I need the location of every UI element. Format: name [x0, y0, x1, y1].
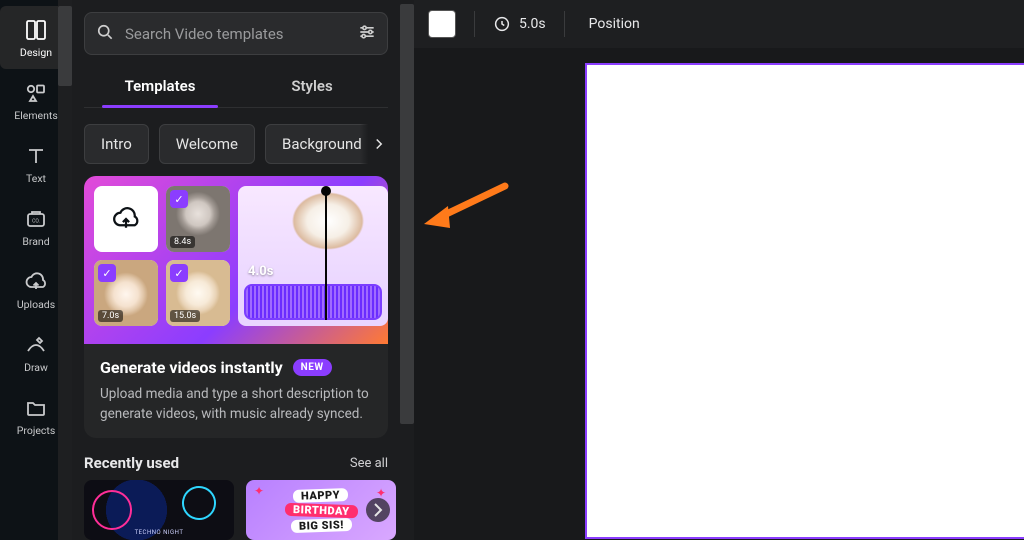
chip-welcome[interactable]: Welcome	[159, 124, 255, 164]
text-icon	[24, 144, 48, 168]
chips-scroll-right[interactable]	[360, 124, 388, 164]
duration-badge: 15.0s	[170, 310, 200, 322]
hb-line: HAPPY	[293, 488, 348, 503]
draw-icon	[24, 333, 48, 357]
promo-collage: ✓ 8.4s 4.0s ✓ 7.0s ✓ 15.0s	[84, 176, 388, 344]
rail-label: Uploads	[17, 298, 55, 311]
duration-text: 5.0s	[519, 16, 546, 32]
search-icon	[95, 22, 115, 46]
side-panel: Templates Styles Intro Welcome Backgroun…	[72, 0, 414, 540]
rail-label: Elements	[14, 109, 58, 122]
clock-icon	[493, 15, 511, 33]
brand-icon: CO.	[24, 207, 48, 231]
main-thumb-duration: 4.0s	[248, 264, 273, 279]
canvas-toolbar: 5.0s Position	[414, 0, 1024, 48]
rail-label: Brand	[22, 235, 49, 248]
duration-badge: 7.0s	[98, 310, 123, 322]
promo-thumb: ✓ 15.0s	[166, 260, 230, 326]
chevron-right-icon	[366, 498, 390, 522]
hb-line: BIG SIS!	[290, 517, 351, 532]
recent-caption: TECHNO NIGHT	[84, 529, 234, 536]
promo-description: Upload media and type a short descriptio…	[100, 385, 372, 424]
see-all-link[interactable]: See all	[350, 456, 388, 471]
panel-tabs: Templates Styles	[84, 67, 388, 108]
svg-text:CO.: CO.	[32, 219, 40, 225]
chevron-right-icon	[370, 135, 388, 153]
cloud-upload-icon	[111, 204, 141, 234]
generate-videos-promo[interactable]: ✓ 8.4s 4.0s ✓ 7.0s ✓ 15.0s	[84, 176, 388, 438]
recent-header: Recently used See all	[84, 454, 388, 472]
duration-badge: 8.4s	[170, 236, 195, 248]
elements-icon	[24, 81, 48, 105]
promo-title: Generate videos instantly	[100, 358, 283, 377]
playhead-indicator	[325, 192, 327, 320]
rail-scrollbar[interactable]	[58, 0, 72, 540]
chip-intro[interactable]: Intro	[84, 124, 149, 164]
tab-templates[interactable]: Templates	[84, 67, 236, 107]
recent-row: TECHNO NIGHT ✦ ✦ HAPPY BIRTHDAY BIG SIS!	[84, 480, 388, 540]
toolbar-divider	[564, 11, 565, 37]
promo-thumb: ✓ 7.0s	[94, 260, 158, 326]
search-input[interactable]	[125, 25, 347, 43]
page-canvas[interactable]	[586, 64, 1024, 538]
upload-tile[interactable]	[94, 186, 158, 252]
search-bar[interactable]	[84, 12, 388, 55]
promo-thumb: ✓ 8.4s	[166, 186, 230, 252]
background-color-swatch[interactable]	[428, 10, 456, 38]
toolbar-divider	[474, 11, 475, 37]
rail-label: Draw	[24, 361, 48, 374]
selected-check-icon: ✓	[170, 264, 188, 282]
position-button[interactable]: Position	[583, 12, 646, 36]
selected-check-icon: ✓	[170, 190, 188, 208]
uploads-icon	[24, 270, 48, 294]
rail-label: Text	[26, 172, 46, 185]
audio-waveform	[244, 284, 382, 320]
panel-scrollbar[interactable]	[400, 0, 414, 540]
recent-title: Recently used	[84, 454, 179, 472]
recent-scroll-right[interactable]	[366, 498, 390, 522]
left-rail: Design Elements Text CO. Brand Uploads D…	[0, 0, 72, 540]
editor-stage: 5.0s Position	[414, 0, 1024, 540]
promo-body: Generate videos instantly NEW Upload med…	[84, 344, 388, 438]
design-icon	[24, 18, 48, 42]
hb-line: BIRTHDAY	[284, 502, 357, 518]
rail-label: Projects	[17, 424, 56, 437]
rail-label: Design	[20, 46, 52, 59]
projects-icon	[24, 396, 48, 420]
category-chips: Intro Welcome Background	[84, 124, 388, 164]
app-root: Design Elements Text CO. Brand Uploads D…	[0, 0, 1024, 540]
new-badge: NEW	[293, 359, 332, 376]
filter-icon[interactable]	[357, 22, 377, 46]
recent-template[interactable]: TECHNO NIGHT	[84, 480, 234, 540]
tab-styles[interactable]: Styles	[236, 67, 388, 107]
promo-main-thumb: 4.0s	[238, 186, 388, 326]
clip-duration-button[interactable]: 5.0s	[493, 15, 546, 33]
canvas-viewport[interactable]	[414, 48, 1024, 540]
selected-check-icon: ✓	[98, 264, 116, 282]
